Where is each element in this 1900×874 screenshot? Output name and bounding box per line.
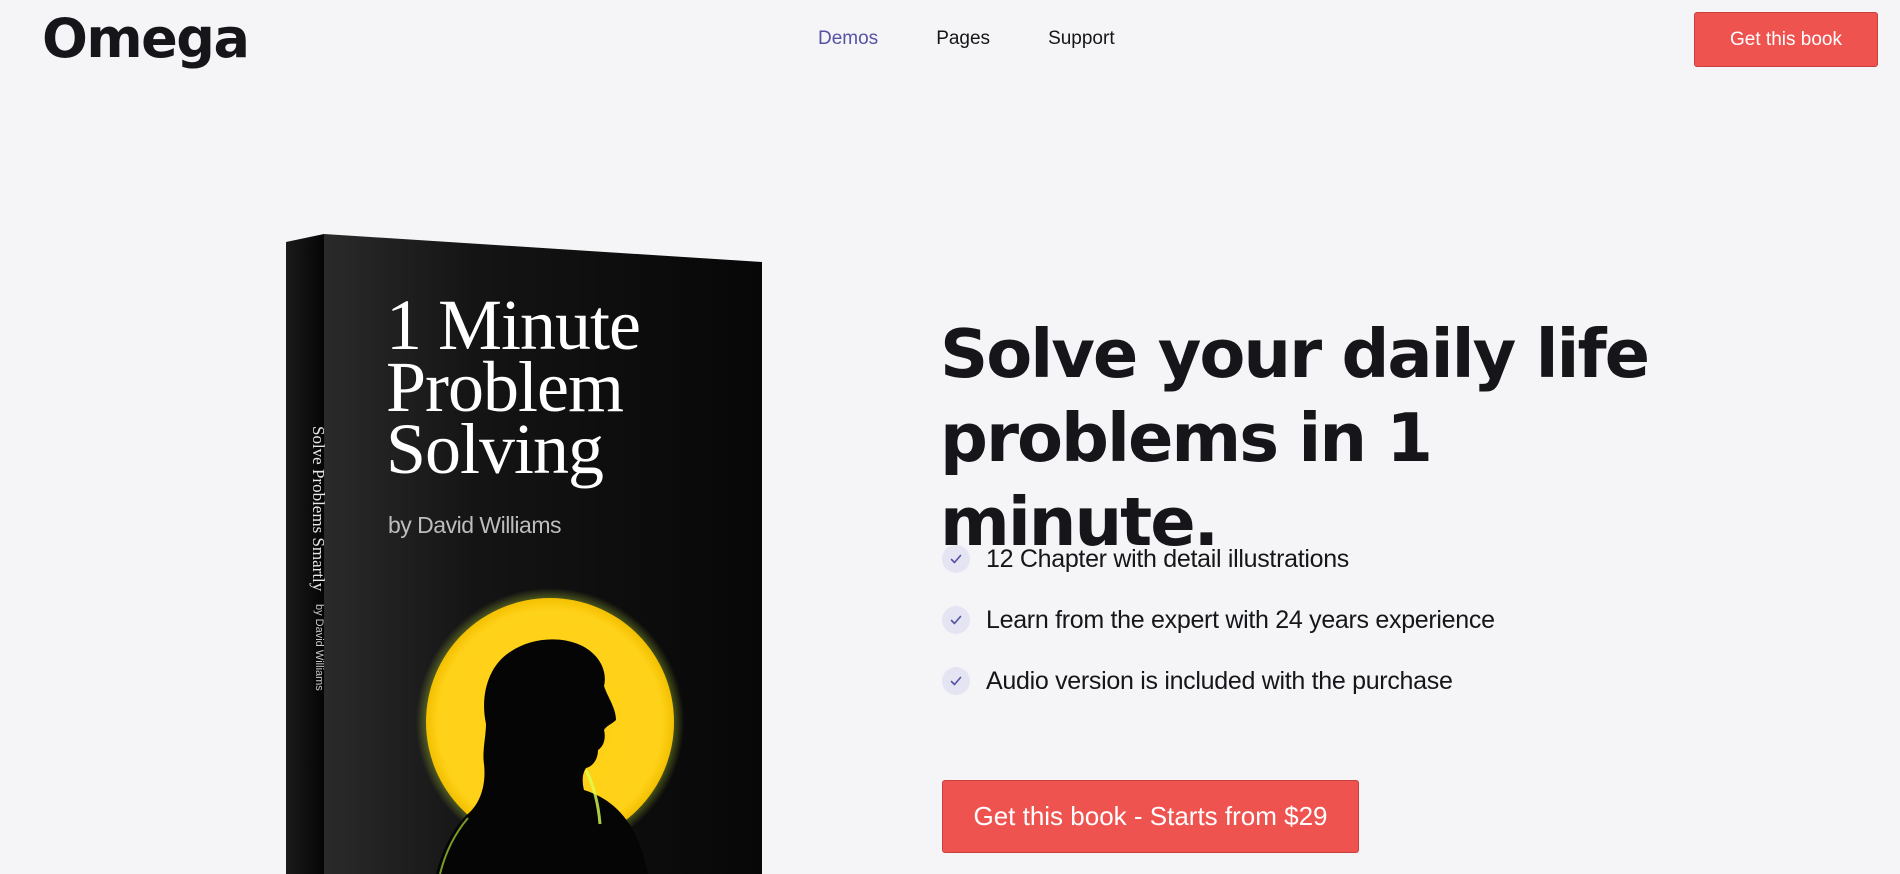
- main-nav: Demos Pages Support: [818, 26, 1173, 52]
- get-book-header-button[interactable]: Get this book: [1694, 12, 1878, 67]
- book-cover-title: 1 Minute Problem Solving: [386, 285, 641, 489]
- feature-item: 12 Chapter with detail illustrations: [942, 544, 1495, 574]
- book-cover-author: by David Williams: [388, 512, 561, 538]
- nav-item-support[interactable]: Support: [1048, 26, 1115, 52]
- nav-item-pages[interactable]: Pages: [936, 26, 990, 52]
- book-spine-author: by David Williams: [313, 604, 325, 691]
- book-cover-image: 1 Minute Problem Solving by David Willia…: [286, 234, 762, 874]
- nav-item-demos[interactable]: Demos: [818, 26, 878, 52]
- feature-item: Learn from the expert with 24 years expe…: [942, 605, 1495, 635]
- check-icon: [942, 545, 970, 573]
- feature-text: Learn from the expert with 24 years expe…: [986, 605, 1495, 634]
- check-icon: [942, 667, 970, 695]
- site-header: Omega Demos Pages Support Get this book: [0, 0, 1900, 80]
- feature-text: Audio version is included with the purch…: [986, 666, 1453, 695]
- feature-item: Audio version is included with the purch…: [942, 666, 1495, 696]
- book-spine-title: Solve Problems Smartly: [309, 426, 328, 592]
- feature-text: 12 Chapter with detail illustrations: [986, 544, 1350, 573]
- feature-list: 12 Chapter with detail illustrations Lea…: [942, 544, 1495, 727]
- hero-headline: Solve your daily life problems in 1 minu…: [940, 315, 1650, 561]
- get-book-main-button[interactable]: Get this book - Starts from $29: [942, 780, 1359, 853]
- check-icon: [942, 606, 970, 634]
- logo[interactable]: Omega: [42, 4, 250, 74]
